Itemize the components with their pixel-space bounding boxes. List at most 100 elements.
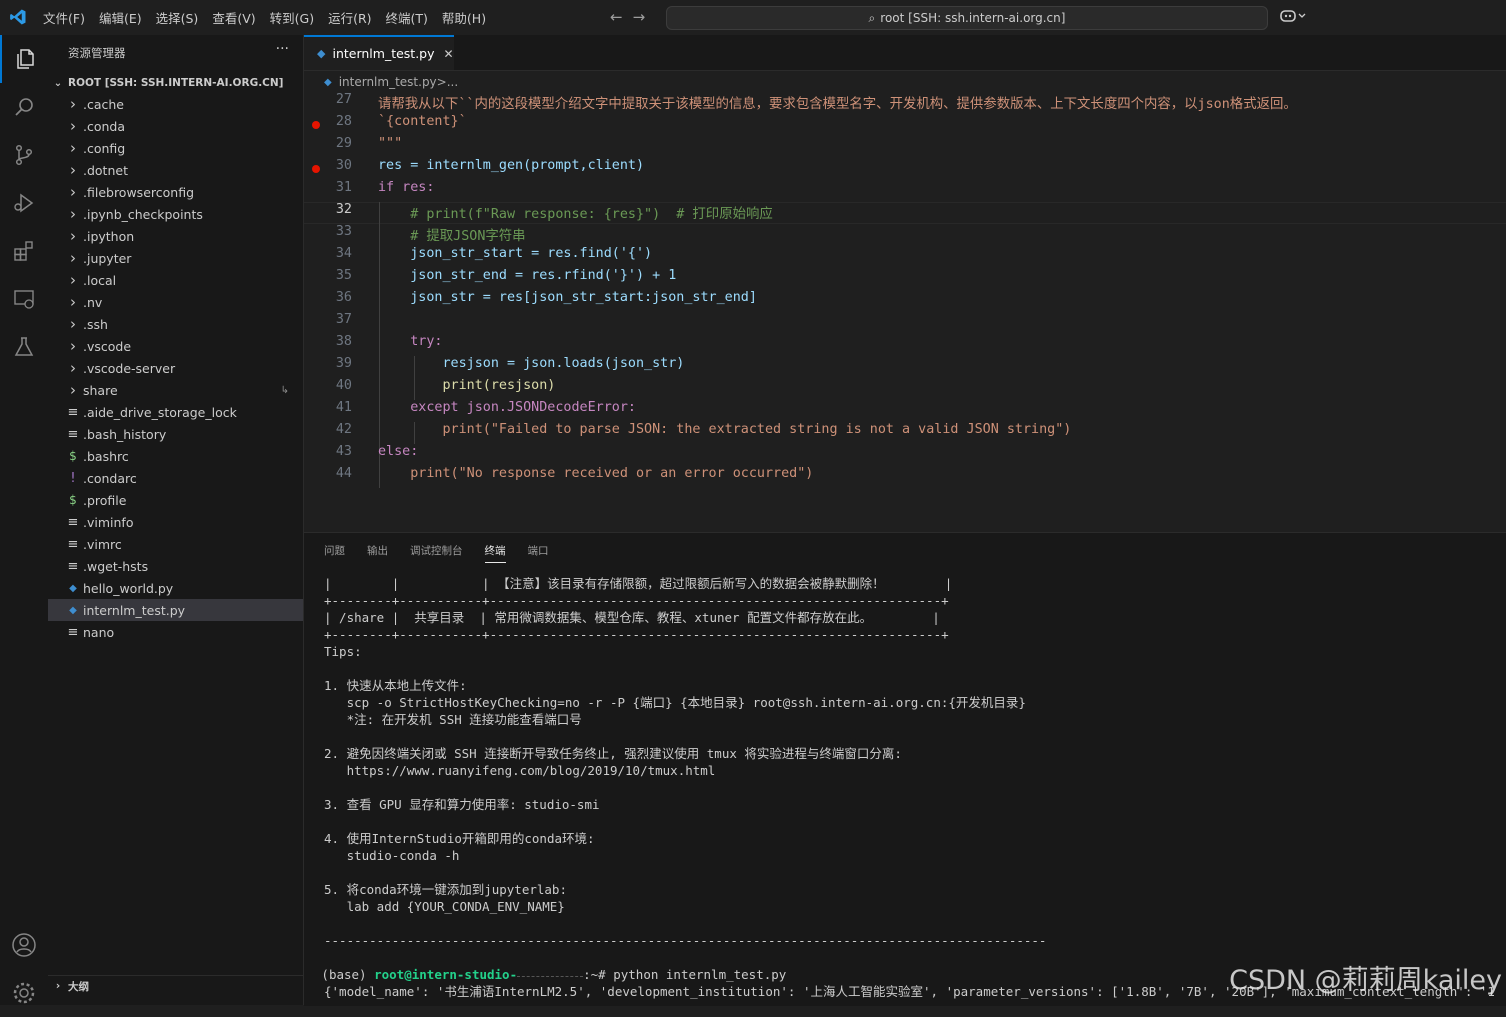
tree-item[interactable]: › .filebrowserconfig: [48, 181, 303, 203]
tree-item-label: .bashrc: [83, 448, 129, 464]
tree-item[interactable]: › .vscode-server: [48, 357, 303, 379]
panel-tabs: 问题 输出 调试控制台 终端 端口: [324, 543, 571, 563]
tree-item[interactable]: ≡ .vimrc: [48, 533, 303, 555]
tree-item[interactable]: › .ssh: [48, 313, 303, 335]
tree-item[interactable]: ≡ .viminfo: [48, 511, 303, 533]
tree-item[interactable]: › .local: [48, 269, 303, 291]
tree-item-label: .wget-hsts: [83, 558, 149, 574]
activity-bar: [0, 35, 49, 1005]
menu-edit[interactable]: 编辑(E): [92, 8, 149, 27]
run-debug-icon[interactable]: [0, 179, 48, 227]
tree-item[interactable]: $ .profile: [48, 489, 303, 511]
chevron-right-icon: ›: [70, 205, 76, 223]
file-lines-icon: ≡: [67, 404, 79, 420]
menu-bar: 文件(F) 编辑(E) 选择(S) 查看(V) 转到(G) 运行(R) 终端(T…: [36, 0, 493, 35]
tree-item[interactable]: ≡ .bash_history: [48, 423, 303, 445]
code-editor[interactable]: 27 请帮我从以下``内的这段模型介绍文字中提取关于该模型的信息，要求包含模型名字…: [304, 92, 1506, 532]
tree-item[interactable]: ≡ .wget-hsts: [48, 555, 303, 577]
code-text: resjson = json.loads(json_str): [378, 356, 685, 371]
line-number: 30: [335, 158, 352, 173]
menu-run[interactable]: 运行(R): [321, 8, 378, 27]
tree-item[interactable]: › .ipython: [48, 225, 303, 247]
search-icon[interactable]: [0, 83, 48, 131]
terminal-output[interactable]: | | | 【注意】该目录有存储限额，超过限额后新写入的数据会被静默删除！ | +…: [324, 575, 1494, 1000]
prompt-redacted: [517, 975, 584, 977]
tree-item-label: .local: [83, 272, 117, 288]
vscode-logo-icon: [10, 9, 26, 25]
breadcrumb-rest[interactable]: ...: [447, 75, 458, 89]
tree-item[interactable]: ! .condarc: [48, 467, 303, 489]
tree-item[interactable]: ◆ hello_world.py: [48, 577, 303, 599]
tree-item-label: .jupyter: [83, 250, 132, 266]
chevron-right-icon: ›: [70, 161, 76, 179]
forward-arrow-icon[interactable]: →: [633, 8, 656, 26]
code-line: 28 `{content}`: [304, 114, 1506, 136]
tree-item[interactable]: ≡ .aide_drive_storage_lock: [48, 401, 303, 423]
breadcrumb-file[interactable]: internlm_test.py: [339, 75, 437, 89]
menu-selection[interactable]: 选择(S): [149, 8, 206, 27]
code-text: else:: [378, 444, 419, 459]
tree-item[interactable]: › share ↳: [48, 379, 303, 401]
tree-item[interactable]: › .vscode: [48, 335, 303, 357]
copilot-icon[interactable]: [1280, 8, 1308, 28]
code-line: 30 res = internlm_gen(prompt,client): [304, 158, 1506, 180]
chevron-right-icon: ›: [70, 227, 76, 245]
tree-item[interactable]: › .jupyter: [48, 247, 303, 269]
tab-ports[interactable]: 端口: [528, 543, 549, 563]
workspace-root-label: ROOT [SSH: SSH.INTERN-AI.ORG.CN]: [68, 77, 284, 89]
tree-item[interactable]: › .nv: [48, 291, 303, 313]
tree-item[interactable]: $ .bashrc: [48, 445, 303, 467]
tab-problems[interactable]: 问题: [324, 543, 345, 563]
python-file-icon: ◆: [324, 76, 332, 88]
code-line: 38 try:: [304, 334, 1506, 356]
prompt-user: root@intern-studio-: [374, 967, 518, 982]
chevron-right-icon: ›: [70, 249, 76, 267]
menu-help[interactable]: 帮助(H): [435, 8, 493, 27]
tree-item[interactable]: › .ipynb_checkpoints: [48, 203, 303, 225]
explorer-icon[interactable]: [0, 35, 50, 83]
python-file-icon: ◆: [69, 582, 77, 594]
close-icon[interactable]: ✕: [444, 47, 454, 61]
workspace-root[interactable]: ⌄ ROOT [SSH: SSH.INTERN-AI.ORG.CN]: [48, 73, 303, 93]
line-number: 35: [335, 268, 352, 283]
line-number: 34: [335, 246, 352, 261]
tree-item-label: .conda: [83, 118, 126, 134]
tab-terminal[interactable]: 终端: [484, 543, 506, 563]
tree-item[interactable]: ≡ nano: [48, 621, 303, 643]
more-actions-icon[interactable]: ···: [276, 41, 289, 57]
settings-gear-icon[interactable]: [0, 969, 48, 1017]
menu-go[interactable]: 转到(G): [263, 8, 321, 27]
code-text: """: [378, 136, 403, 151]
tree-item[interactable]: › .config: [48, 137, 303, 159]
tree-item[interactable]: › .dotnet: [48, 159, 303, 181]
tab-debug-console[interactable]: 调试控制台: [410, 543, 463, 563]
tree-item-label: .config: [83, 140, 126, 156]
extensions-icon[interactable]: [0, 227, 48, 275]
tree-item-label: .dotnet: [83, 162, 128, 178]
command-center[interactable]: ⌕ root [SSH: ssh.intern-ai.org.cn]: [666, 6, 1268, 30]
terminal-line: | /share | 共享目录 | 常用微调数据集、模型仓库、教程、xtuner…: [324, 610, 940, 625]
csdn-watermark: CSDN @莉莉周kailey: [1229, 965, 1502, 996]
menu-terminal[interactable]: 终端(T): [379, 8, 435, 27]
line-number: 43: [335, 444, 352, 459]
tab-internlm-test[interactable]: ◆ internlm_test.py ✕: [304, 35, 454, 70]
outline-section[interactable]: › 大纲: [48, 975, 303, 996]
testing-icon[interactable]: [0, 323, 48, 371]
remote-explorer-icon[interactable]: [0, 275, 48, 323]
tree-item[interactable]: ◆ internlm_test.py: [48, 599, 303, 621]
tree-item[interactable]: › .cache: [48, 93, 303, 115]
back-arrow-icon[interactable]: ←: [610, 8, 633, 26]
account-icon[interactable]: [0, 921, 48, 969]
code-text: except json.JSONDecodeError:: [378, 400, 636, 415]
tab-output[interactable]: 输出: [367, 543, 388, 563]
tree-item[interactable]: › .conda: [48, 115, 303, 137]
terminal-line: +--------+-----------+------------------…: [324, 593, 949, 608]
menu-file[interactable]: 文件(F): [36, 8, 92, 27]
code-line: 41 except json.JSONDecodeError:: [304, 400, 1506, 422]
source-control-icon[interactable]: [0, 131, 48, 179]
code-line: 43 else:: [304, 444, 1506, 466]
menu-view[interactable]: 查看(V): [205, 8, 262, 27]
code-text: try:: [378, 334, 443, 349]
prompt-command: :~# python internlm_test.py: [583, 967, 787, 982]
